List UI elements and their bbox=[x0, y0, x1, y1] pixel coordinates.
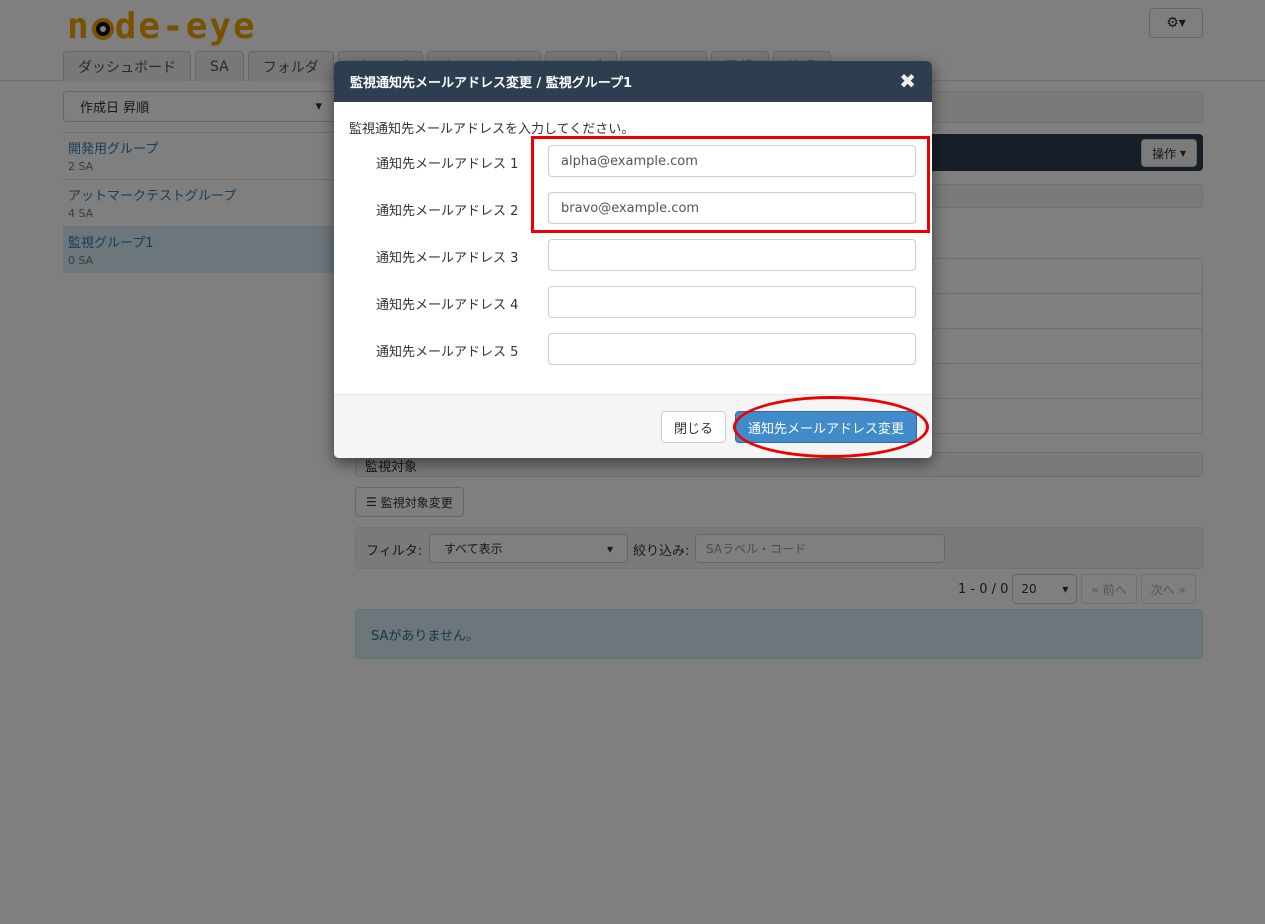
email-row-4: 通知先メールアドレス 4 bbox=[334, 286, 932, 319]
modal-header: 監視通知先メールアドレス変更 / 監視グループ1 ✖ bbox=[334, 61, 932, 102]
email-row-5: 通知先メールアドレス 5 bbox=[334, 333, 932, 366]
highlight-rectangle bbox=[531, 136, 930, 233]
modal-title: 監視通知先メールアドレス変更 / 監視グループ1 bbox=[350, 76, 633, 91]
highlight-ellipse bbox=[733, 396, 929, 458]
close-icon[interactable]: ✖ bbox=[899, 69, 916, 93]
email-row-3: 通知先メールアドレス 3 bbox=[334, 239, 932, 272]
email-field-4[interactable] bbox=[548, 286, 916, 318]
modal-instruction: 監視通知先メールアドレスを入力してください。 bbox=[349, 122, 635, 137]
email-field-5[interactable] bbox=[548, 333, 916, 365]
email-label-2: 通知先メールアドレス 2 bbox=[376, 204, 519, 219]
close-button[interactable]: 閉じる bbox=[661, 411, 727, 443]
email-label-1: 通知先メールアドレス 1 bbox=[376, 157, 519, 172]
email-label-4: 通知先メールアドレス 4 bbox=[376, 298, 519, 313]
email-label-5: 通知先メールアドレス 5 bbox=[376, 345, 519, 360]
email-label-3: 通知先メールアドレス 3 bbox=[376, 251, 519, 266]
email-field-3[interactable] bbox=[548, 239, 916, 271]
